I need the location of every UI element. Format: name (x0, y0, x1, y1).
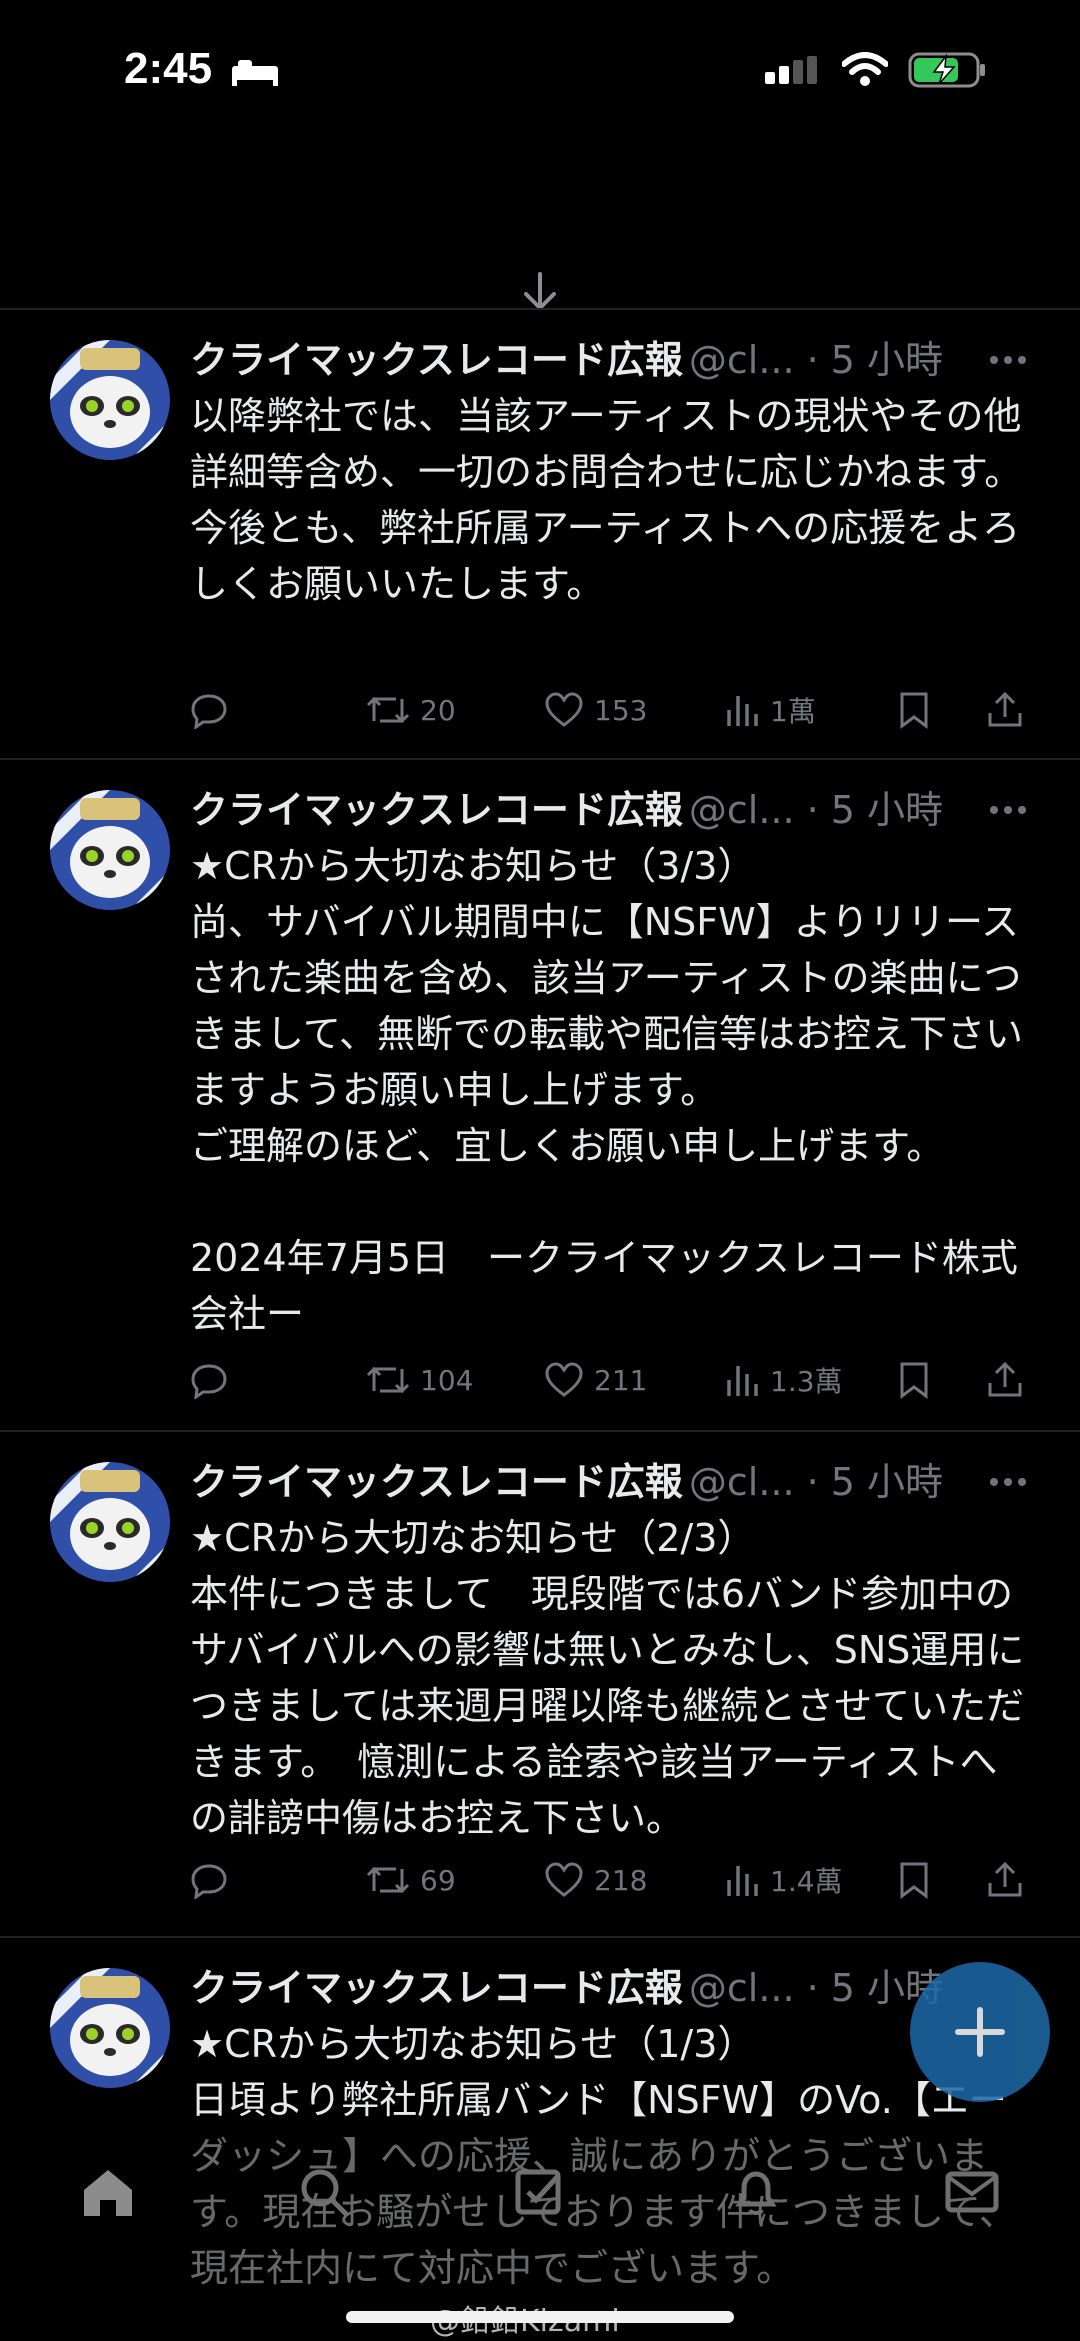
tweet-actions: 69 218 1.4萬 (190, 1852, 1030, 1908)
like-count: 153 (594, 693, 648, 727)
views-button[interactable]: 1.3萬 (724, 1352, 843, 1408)
like-icon (545, 1862, 583, 1897)
share-icon (988, 1361, 1022, 1397)
handle-and-time[interactable]: @cl... · 5 小時 (689, 1966, 943, 2010)
share-button[interactable] (986, 1352, 1034, 1408)
retweet-icon (366, 1866, 410, 1894)
reply-icon (191, 694, 227, 729)
retweet-button[interactable]: 20 (366, 682, 456, 738)
panda-avatar-icon (50, 790, 170, 910)
bookmark-button[interactable] (898, 682, 940, 738)
home-icon[interactable] (80, 2164, 136, 2220)
like-icon (545, 692, 583, 727)
reply-icon (191, 1864, 227, 1899)
like-count: 218 (594, 1863, 648, 1897)
status-time: 2:45 (124, 44, 213, 93)
handle-and-time[interactable]: @cl... · 5 小時 (689, 788, 943, 832)
retweet-button[interactable]: 69 (366, 1852, 456, 1908)
views-icon (727, 1366, 758, 1396)
share-button[interactable] (986, 682, 1034, 738)
search-icon[interactable] (296, 2164, 352, 2220)
views-icon (727, 696, 758, 726)
panda-avatar-icon (50, 1462, 170, 1582)
status-bar: 2:45 (0, 0, 1080, 150)
panda-avatar-icon (50, 1968, 170, 2088)
home-indicator (346, 2311, 734, 2323)
panda-avatar-icon (50, 340, 170, 460)
more-options-icon[interactable] (988, 354, 1028, 366)
retweet-button[interactable]: 104 (366, 1352, 473, 1408)
share-icon (988, 691, 1022, 727)
compose-icon (955, 2007, 1005, 2057)
tweet[interactable]: クライマックスレコード広報 @cl... · 5 小時 以降弊社では、当該アーティ… (0, 310, 1080, 758)
like-button[interactable]: 211 (544, 1352, 647, 1408)
like-button[interactable]: 218 (544, 1852, 647, 1908)
display-name[interactable]: クライマックスレコード広報 (190, 1966, 683, 2010)
like-icon (545, 1362, 583, 1397)
retweet-count: 69 (420, 1863, 456, 1897)
tweet-actions: 104 211 1.3萬 (190, 1352, 1030, 1408)
handle-and-time[interactable]: @cl... · 5 小時 (689, 338, 943, 382)
tweet-text: ★CRから大切なお知らせ（3/3） 尚、サバイバル期間中に【NSFW】よりリリー… (190, 844, 1023, 1336)
avatar[interactable] (50, 790, 170, 910)
reply-icon (191, 1364, 227, 1399)
views-count: 1.4萬 (770, 1865, 843, 1898)
share-icon (988, 1861, 1022, 1897)
views-button[interactable]: 1.4萬 (724, 1852, 843, 1908)
communities-icon[interactable] (512, 2164, 568, 2220)
display-name[interactable]: クライマックスレコード広報 (190, 338, 683, 382)
bookmark-icon (900, 1362, 928, 1399)
messages-icon[interactable] (944, 2164, 1000, 2220)
tweet-actions: 20 153 1萬 (190, 682, 1030, 738)
reply-button[interactable] (190, 1852, 238, 1908)
retweet-icon (366, 696, 410, 724)
tweet[interactable]: クライマックスレコード広報 @cl... · 5 小時 ★CRから大切なお知らせ（… (0, 760, 1080, 1430)
like-button[interactable]: 153 (544, 682, 647, 738)
battery-charging-icon (908, 52, 985, 88)
retweet-count: 104 (420, 1363, 474, 1397)
share-button[interactable] (986, 1852, 1034, 1908)
bookmark-icon (900, 1862, 928, 1899)
views-count: 1萬 (770, 695, 816, 728)
retweet-icon (366, 1366, 410, 1394)
bookmark-button[interactable] (898, 1352, 940, 1408)
views-icon (727, 1866, 758, 1896)
display-name[interactable]: クライマックスレコード広報 (190, 1460, 683, 1504)
reply-button[interactable] (190, 1352, 238, 1408)
wifi-icon (842, 52, 888, 86)
like-count: 211 (594, 1363, 648, 1397)
sleep-focus-icon (232, 60, 278, 86)
display-name[interactable]: クライマックスレコード広報 (190, 788, 683, 832)
avatar[interactable] (50, 340, 170, 460)
retweet-count: 20 (420, 693, 456, 727)
views-count: 1.3萬 (770, 1365, 843, 1398)
reply-button[interactable] (190, 682, 238, 738)
notifications-icon[interactable] (728, 2164, 784, 2220)
tweet-text: 以降弊社では、当該アーティストの現状やその他詳細等含め、一切のお問合わせに応じか… (190, 394, 1023, 606)
bookmark-button[interactable] (898, 1852, 940, 1908)
handle-and-time[interactable]: @cl... · 5 小時 (689, 1460, 943, 1504)
avatar[interactable] (50, 1462, 170, 1582)
compose-button[interactable] (910, 1962, 1050, 2102)
views-button[interactable]: 1萬 (724, 682, 816, 738)
more-options-icon[interactable] (988, 1476, 1028, 1488)
bookmark-icon (900, 692, 928, 729)
cellular-signal-icon (765, 56, 817, 84)
more-options-icon[interactable] (988, 804, 1028, 816)
tweet[interactable]: クライマックスレコード広報 @cl... · 5 小時 ★CRから大切なお知らせ（… (0, 1432, 1080, 1936)
tweet-text: ★CRから大切なお知らせ（2/3） 本件につきまして 現段階では6バンド参加中の… (190, 1516, 1025, 1840)
avatar[interactable] (50, 1968, 170, 2088)
